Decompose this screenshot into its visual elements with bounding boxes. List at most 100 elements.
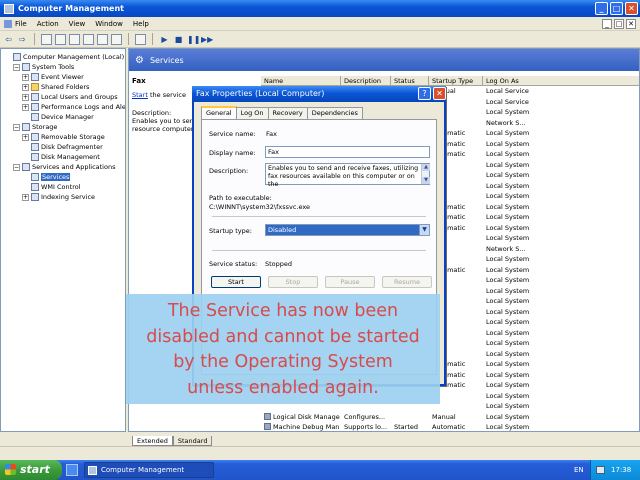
tab-recovery[interactable]: Recovery	[267, 107, 308, 119]
network-icon[interactable]	[596, 466, 605, 474]
tab-dependencies[interactable]: Dependencies	[306, 107, 363, 119]
collapse-icon[interactable]: −	[13, 63, 20, 71]
tree-item[interactable]: + Event Viewer	[22, 72, 84, 82]
start-button[interactable]: Start	[211, 276, 261, 288]
forward-button[interactable]: ⇨	[17, 34, 28, 45]
cell-logon: Local System	[486, 213, 530, 221]
column-header[interactable]: Log On As	[483, 76, 639, 86]
column-header[interactable]: Description	[341, 76, 391, 86]
resume-button[interactable]: Resume	[382, 276, 432, 288]
export-list-icon[interactable]	[97, 33, 108, 45]
menu-action[interactable]: Action	[37, 20, 59, 28]
console-icon[interactable]	[135, 33, 146, 45]
collapse-icon[interactable]: −	[13, 123, 20, 131]
expand-icon[interactable]: +	[22, 103, 29, 111]
table-row[interactable]: Logical Disk Manage... Configures... Manua…	[261, 412, 639, 423]
collapse-icon[interactable]: −	[13, 163, 20, 171]
tab-log-on[interactable]: Log On	[235, 107, 269, 119]
toolbar-separator	[152, 33, 153, 45]
tree-item[interactable]: WMI Control	[22, 182, 81, 192]
cell-status: Started	[394, 423, 419, 431]
back-button[interactable]: ⇦	[3, 34, 14, 45]
tree-item[interactable]: + Shared Folders	[22, 82, 89, 92]
tree-item[interactable]: Disk Management	[22, 152, 100, 162]
dialog-close-button[interactable]: ✕	[433, 87, 446, 100]
tree-item[interactable]: Computer Management (Local)	[4, 52, 124, 62]
tree-item[interactable]: + Removable Storage	[22, 132, 105, 142]
menu-help[interactable]: Help	[133, 20, 149, 28]
tab-standard[interactable]: Standard	[172, 436, 213, 446]
computer-management-icon	[88, 466, 97, 475]
table-cell: Local System	[486, 349, 639, 360]
tree-item[interactable]: − System Tools	[13, 62, 74, 72]
description-scrollbar[interactable]: ▲ ▼	[421, 164, 430, 184]
window-titlebar[interactable]: Computer Management _ □ ✕	[0, 0, 640, 17]
start-service-button[interactable]: ▶	[159, 34, 170, 45]
properties-icon[interactable]	[69, 33, 80, 45]
column-header[interactable]: Startup Type	[429, 76, 483, 86]
restart-service-button[interactable]: ▶▶	[201, 34, 213, 45]
menu-file[interactable]: File	[4, 19, 27, 28]
minimize-button[interactable]: _	[595, 2, 608, 15]
table-cell: Local System	[486, 139, 639, 150]
toolbar-separator	[128, 33, 129, 45]
table-cell: Local System	[486, 202, 639, 213]
snapin-icon	[31, 93, 39, 101]
cell-name: Machine Debug Man...	[273, 423, 340, 431]
stop-button[interactable]: Stop	[268, 276, 318, 288]
display-name-field[interactable]: Fax	[265, 146, 430, 158]
mdi-restore-button[interactable]: □	[614, 19, 624, 29]
tree-item[interactable]: Disk Defragmenter	[22, 142, 103, 152]
scroll-up-icon[interactable]: ▲	[422, 164, 430, 171]
show-desktop-icon[interactable]	[66, 464, 78, 476]
tree-item[interactable]: Device Manager	[22, 112, 94, 122]
tab-general[interactable]: General	[201, 106, 237, 119]
up-level-icon[interactable]	[41, 33, 52, 45]
expand-icon[interactable]: +	[22, 133, 29, 141]
expand-icon[interactable]: +	[22, 83, 29, 91]
console-tree[interactable]: Computer Management (Local) − System Tools…	[0, 48, 126, 432]
column-header[interactable]: Name	[261, 76, 341, 86]
expand-icon[interactable]: +	[22, 193, 29, 201]
table-row[interactable]: Machine Debug Man... Supports lo... Starte…	[261, 422, 639, 431]
start-service-link[interactable]: Start	[132, 91, 148, 99]
chevron-down-icon[interactable]: ▼	[419, 225, 429, 235]
stop-service-button[interactable]: ■	[173, 34, 184, 45]
close-button[interactable]: ✕	[625, 2, 638, 15]
table-cell: Local System	[486, 338, 639, 349]
mdi-close-button[interactable]: ✕	[626, 19, 636, 29]
tree-item-label: Shared Folders	[41, 83, 90, 91]
tree-item[interactable]: − Storage	[13, 122, 57, 132]
pause-service-button[interactable]: ❚❚	[187, 34, 200, 45]
taskbar-item-computer-management[interactable]: Computer Management	[84, 462, 214, 478]
dialog-titlebar[interactable]: Fax Properties (Local Computer) ? ✕	[192, 86, 446, 102]
cell-logon: Local System	[486, 328, 530, 337]
dialog-title: Fax Properties (Local Computer)	[196, 89, 325, 98]
refresh-icon[interactable]	[83, 33, 94, 45]
help-icon[interactable]	[111, 33, 122, 45]
table-cell: Local System	[486, 128, 639, 139]
expand-icon[interactable]: +	[22, 73, 29, 81]
scroll-down-icon[interactable]: ▼	[422, 177, 430, 184]
dialog-help-button[interactable]: ?	[418, 87, 431, 100]
tab-extended[interactable]: Extended	[132, 436, 173, 446]
tree-item[interactable]: Services	[22, 172, 71, 182]
language-indicator[interactable]: EN	[574, 460, 584, 480]
tree-item[interactable]: + Local Users and Groups	[22, 92, 118, 102]
mdi-minimize-button[interactable]: _	[602, 19, 612, 29]
pause-button[interactable]: Pause	[325, 276, 375, 288]
tree-item[interactable]: + Indexing Service	[22, 192, 95, 202]
start-button-taskbar[interactable]: start	[0, 460, 62, 480]
startup-type-select[interactable]: Disabled ▼	[265, 224, 430, 236]
show-tree-icon[interactable]	[55, 33, 66, 45]
menu-view[interactable]: View	[69, 20, 86, 28]
table-cell: Local System	[486, 275, 639, 286]
tree-item[interactable]: + Performance Logs and Alerts	[22, 102, 125, 112]
tree-item[interactable]: − Services and Applications	[13, 162, 115, 172]
description-field[interactable]: Enables you to send and receive faxes, u…	[265, 163, 430, 188]
menu-window[interactable]: Window	[95, 20, 123, 28]
column-header[interactable]: Status	[391, 76, 429, 86]
cell-logon: Local Service	[486, 87, 529, 95]
maximize-button[interactable]: □	[610, 2, 623, 15]
expand-icon[interactable]: +	[22, 93, 29, 101]
